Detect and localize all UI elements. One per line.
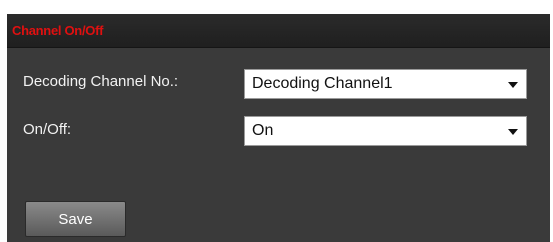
- chevron-down-icon[interactable]: [508, 82, 518, 88]
- on-off-select[interactable]: On: [244, 116, 527, 146]
- panel-title: Channel On/Off: [12, 23, 104, 38]
- decoding-channel-select[interactable]: Decoding Channel1: [244, 69, 527, 99]
- on-off-label: On/Off:: [23, 121, 72, 138]
- panel-header: Channel On/Off: [7, 14, 550, 48]
- save-button[interactable]: Save: [25, 201, 126, 237]
- chevron-down-icon[interactable]: [508, 129, 518, 135]
- decoding-channel-value: Decoding Channel1: [252, 75, 393, 92]
- on-off-value: On: [252, 122, 274, 139]
- channel-settings-panel: Channel On/Off Decoding Channel No.: Dec…: [7, 14, 550, 242]
- decoding-channel-label: Decoding Channel No.:: [23, 73, 179, 90]
- save-button-label: Save: [58, 211, 93, 228]
